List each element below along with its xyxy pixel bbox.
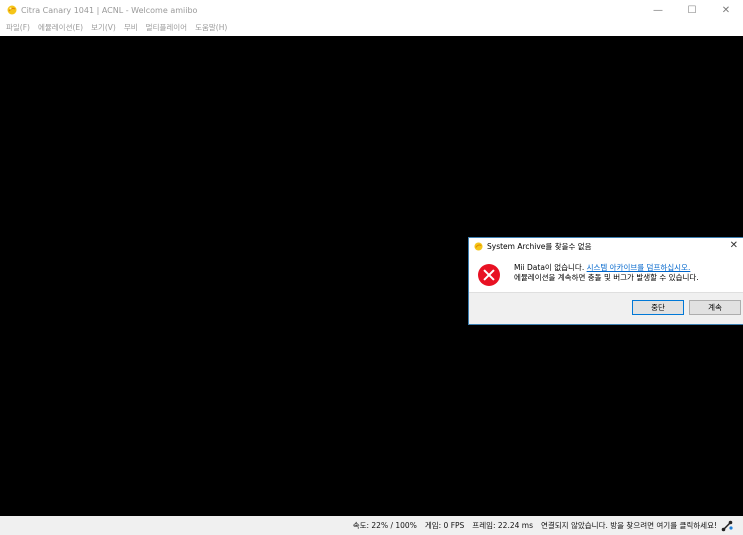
menu-emulation[interactable]: 에뮬레이션(E) [34,20,87,36]
error-icon [478,264,500,286]
menu-file[interactable]: 파일(F) [2,20,34,36]
menu-multiplayer[interactable]: 멀티플레이어 [142,20,191,36]
dialog-body: Mii Data이 없습니다. 시스템 아카이브를 덤프하십시오. 에뮬레이션을… [469,254,743,294]
dump-archive-link[interactable]: 시스템 아카이브를 덤프하십시오. [587,263,691,272]
status-game-fps: 게임: 0 FPS [424,521,465,530]
menu-view[interactable]: 보기(V) [87,20,120,36]
citra-app-icon [474,241,483,251]
status-bar: 속도: 22% / 100% 게임: 0 FPS 프레임: 22.24 ms 연… [0,516,743,535]
abort-button[interactable]: 중단 [632,300,684,315]
status-network-message[interactable]: 연결되지 않았습니다. 방을 찾으려면 여기를 클릭하세요! [541,520,717,531]
status-frame-time: 프레임: 22.24 ms [472,521,533,530]
dialog-close-icon[interactable]: ✕ [730,240,738,251]
title-bar[interactable]: Citra Canary 1041 | ACNL - Welcome amiib… [0,0,743,20]
close-button[interactable]: ✕ [709,0,743,20]
network-icon[interactable] [721,520,733,532]
menu-help[interactable]: 도움말(H) [191,20,231,36]
window-controls: — ☐ ✕ [641,0,743,20]
status-speed: 속도: 22% / 100% [352,521,417,530]
minimize-button[interactable]: — [641,0,675,20]
continue-button[interactable]: 계속 [689,300,741,315]
citra-window: Citra Canary 1041 | ACNL - Welcome amiib… [0,0,743,535]
message-text: Mii Data이 없습니다. [514,263,587,272]
window-title: Citra Canary 1041 | ACNL - Welcome amiib… [21,5,198,15]
system-archive-error-dialog: System Archive를 찾을수 없음 ✕ Mii Data이 없습니다.… [468,237,743,325]
dialog-message: Mii Data이 없습니다. 시스템 아카이브를 덤프하십시오. 에뮬레이션을… [514,263,699,283]
dialog-button-area: 중단 계속 [469,292,743,324]
menu-bar: 파일(F) 에뮬레이션(E) 보기(V) 무비 멀티플레이어 도움말(H) [0,20,743,36]
menu-movie[interactable]: 무비 [120,20,142,36]
message-warning: 에뮬레이션을 계속하면 충돌 및 버그가 발생할 수 있습니다. [514,273,699,282]
dialog-title-bar[interactable]: System Archive를 찾을수 없음 ✕ [469,238,743,254]
maximize-button[interactable]: ☐ [675,0,709,20]
citra-app-icon [7,5,17,15]
dialog-title: System Archive를 찾을수 없음 [487,241,592,251]
